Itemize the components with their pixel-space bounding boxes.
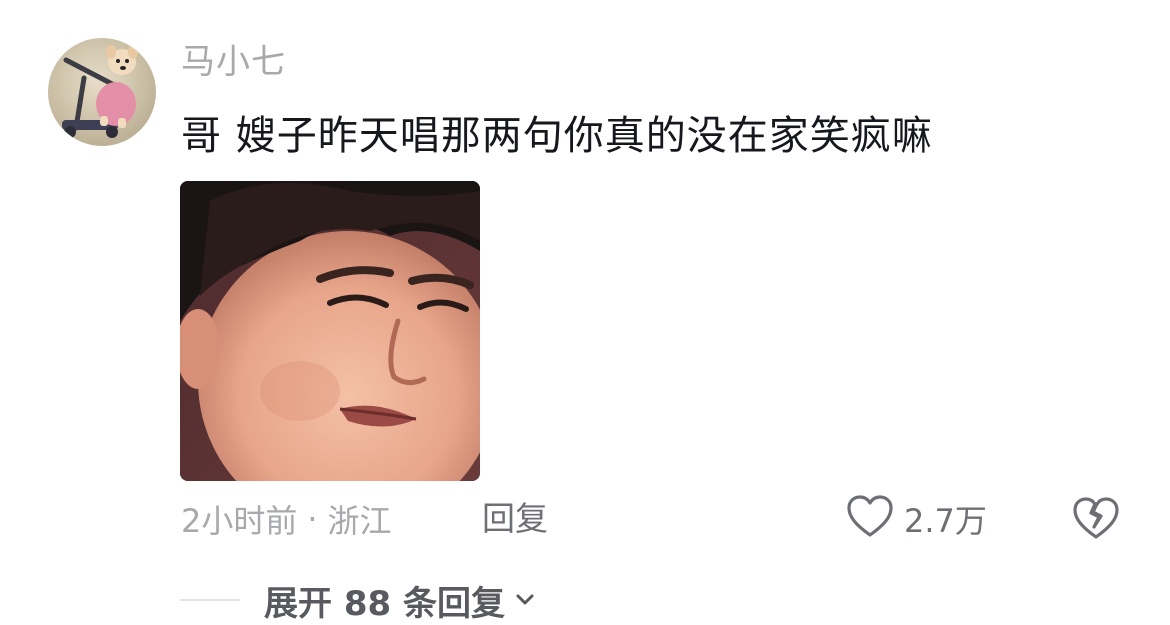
dislike-button[interactable] [1072, 496, 1120, 542]
comment-sticker-image[interactable] [180, 181, 480, 481]
expand-replies-button[interactable]: 展开 88 条回复 [264, 576, 537, 625]
divider [180, 599, 240, 601]
meta-separator: · [307, 500, 318, 538]
expand-replies-label: 展开 88 条回复 [264, 583, 505, 624]
reply-button[interactable]: 回复 [482, 496, 548, 542]
broken-heart-icon [1072, 497, 1120, 546]
comment-meta: 2小时前 · 浙江 [181, 496, 392, 542]
comment-text: 哥 嫂子昨天唱那两句你真的没在家笑疯嘛 [181, 113, 933, 159]
comment-time: 2小时前 [181, 502, 298, 540]
comment-location: 浙江 [327, 502, 392, 540]
expand-replies-row: 展开 88 条回复 [180, 576, 537, 625]
chevron-down-icon [505, 580, 537, 620]
like-count: 2.7万 [904, 502, 987, 540]
comment-author[interactable]: 马小七 [181, 40, 286, 84]
heart-outline-icon [846, 494, 894, 544]
avatar[interactable] [48, 38, 156, 146]
like-button[interactable]: 2.7万 [846, 494, 987, 544]
